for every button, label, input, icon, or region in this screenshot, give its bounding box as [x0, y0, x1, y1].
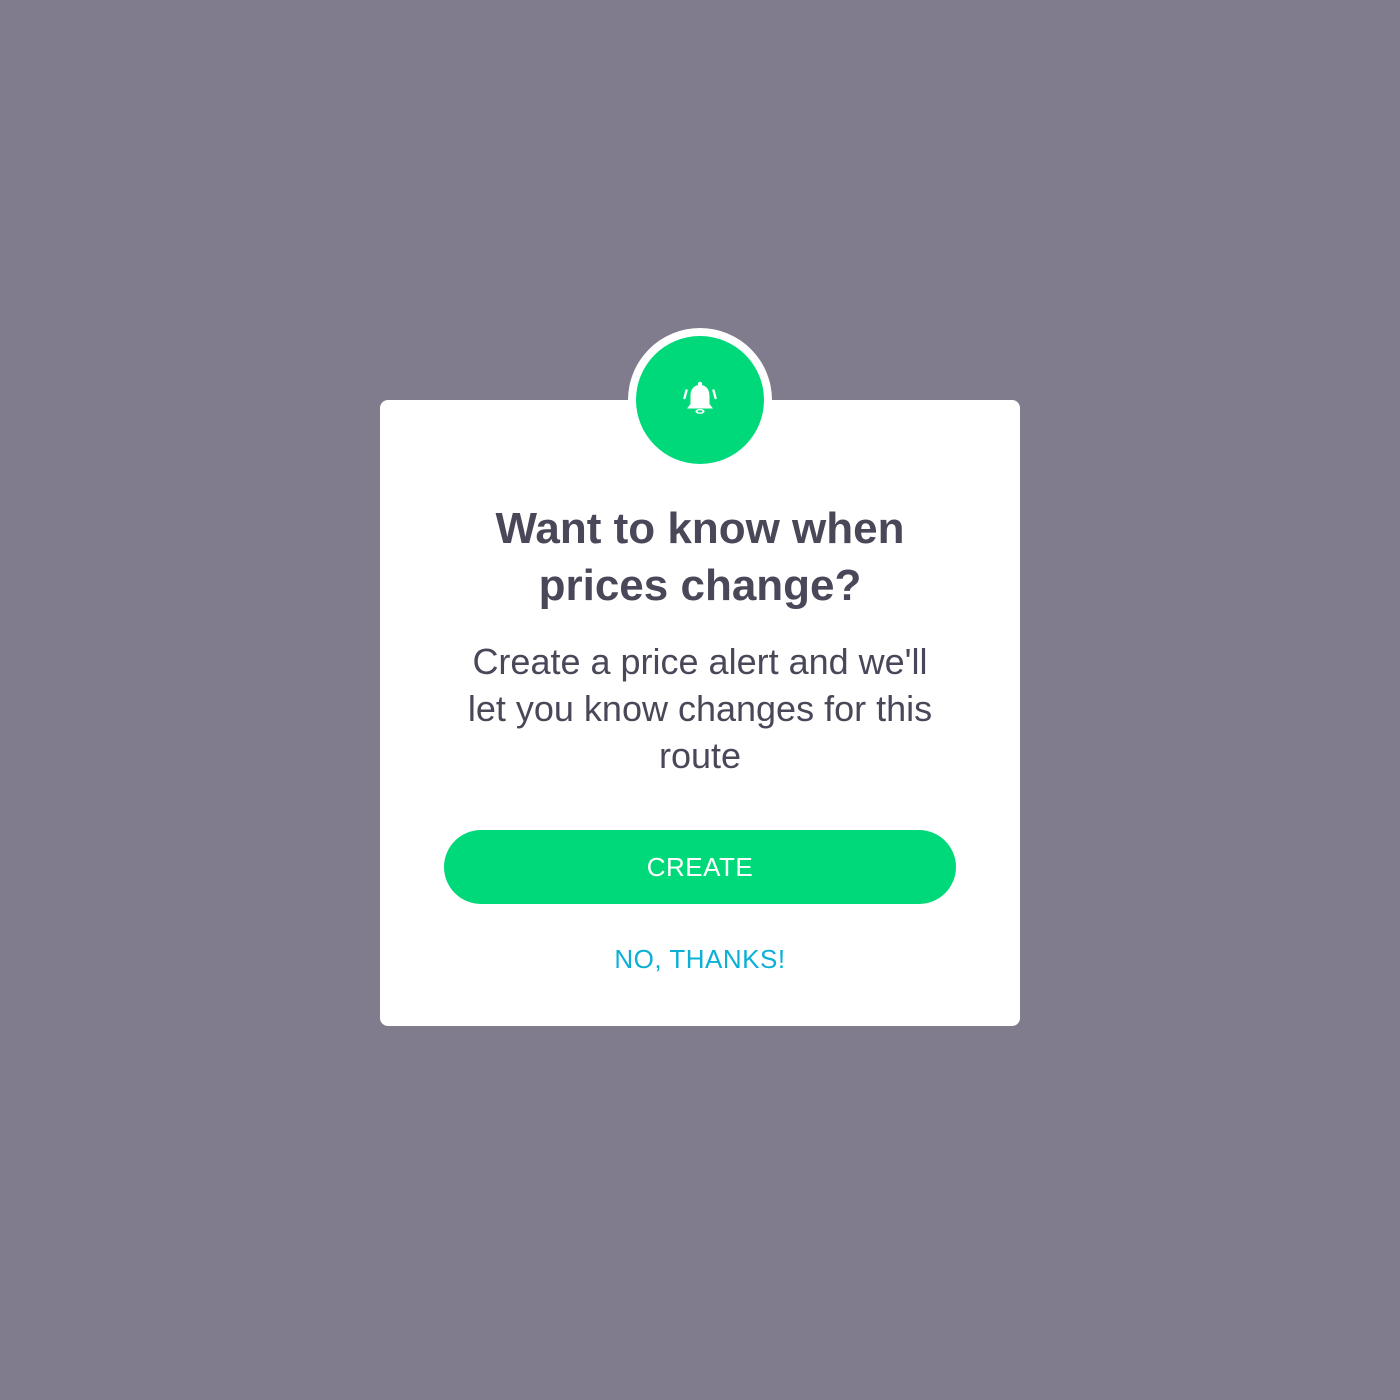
dialog-message-line: let you know changes for this [467, 688, 933, 729]
dialog-title-line: Want to know when [495, 504, 905, 553]
alert-badge [636, 336, 764, 464]
dialog-message-line: route [658, 735, 742, 776]
dialog-title: Want to know when prices change? [380, 500, 1020, 614]
dialog-message-line: Create a price alert and we'll [472, 641, 928, 682]
no-thanks-button[interactable]: NO, THANKS! [500, 938, 900, 980]
bell-ringing-icon [678, 378, 722, 422]
dialog-title-line: prices change? [538, 561, 862, 610]
create-alert-button[interactable]: CREATE [444, 830, 956, 904]
dialog-message: Create a price alert and we'll let you k… [380, 638, 1020, 779]
